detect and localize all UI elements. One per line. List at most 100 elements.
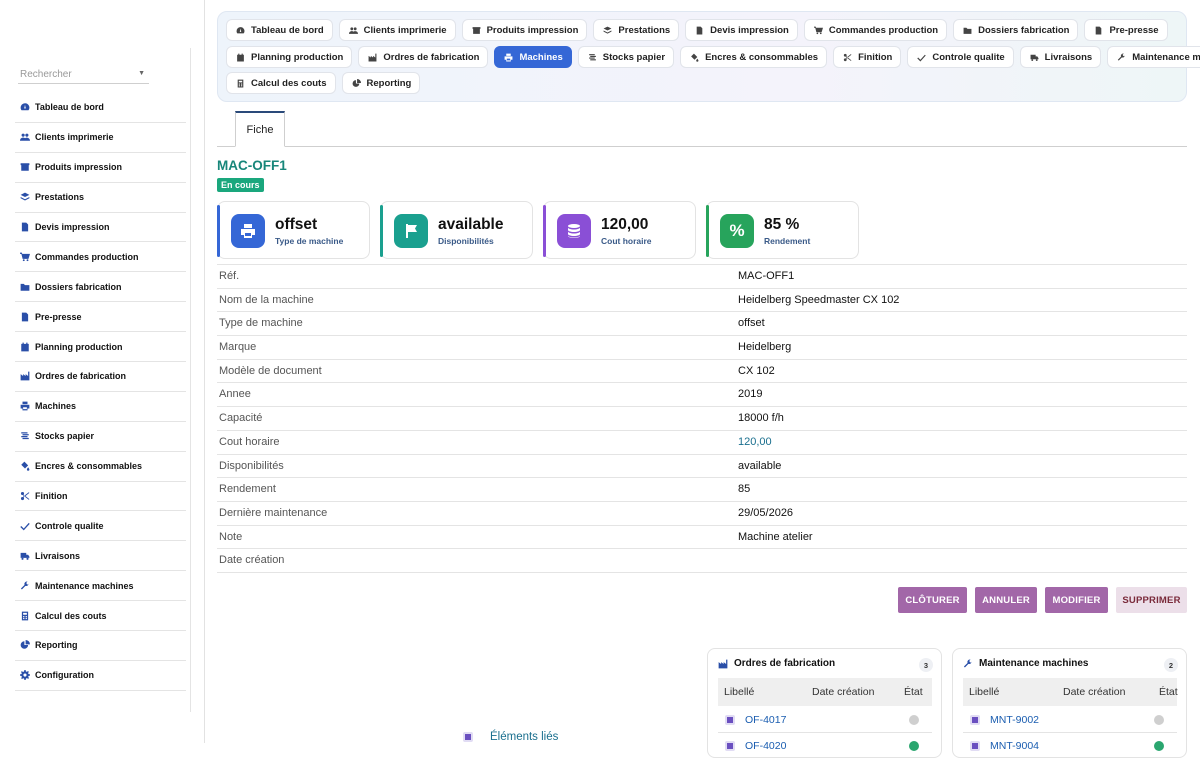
nav-tab-commandes-production[interactable]: Commandes production xyxy=(803,19,948,41)
row-label-link[interactable]: OF-4020 xyxy=(745,740,786,752)
linked-elements-link[interactable]: Éléments liés xyxy=(463,731,558,743)
sidebar-item-devis-impression[interactable]: Devis impression xyxy=(15,213,186,243)
detail-value: offset xyxy=(738,317,765,330)
sidebar-item-planning-production[interactable]: Planning production xyxy=(15,332,186,363)
table-row[interactable]: MNT-9004 xyxy=(963,733,1177,757)
sidebar-item-stocks-papier[interactable]: Stocks papier xyxy=(15,422,186,452)
nav-tab-ordres-de-fabrication[interactable]: Ordres de fabrication xyxy=(358,46,489,68)
sidebar-item-label: Produits impression xyxy=(35,162,123,173)
truck-icon xyxy=(19,550,30,561)
sidebar-item-reporting[interactable]: Reporting xyxy=(15,631,186,661)
nav-tab-pre-presse[interactable]: Pre-presse xyxy=(1084,19,1168,41)
status-dot xyxy=(909,715,919,725)
column-header-date[interactable]: Date création xyxy=(1063,686,1125,698)
nav-tab-finition[interactable]: Finition xyxy=(833,46,902,68)
kpi-accent-bar xyxy=(217,205,220,257)
nav-tab-calcul-des-couts[interactable]: Calcul des couts xyxy=(226,72,336,94)
sidebar-item-tableau-de-bord[interactable]: Tableau de bord xyxy=(15,93,186,123)
search-select[interactable]: Rechercher ▼ xyxy=(18,66,149,84)
nav-tab-prestations[interactable]: Prestations xyxy=(593,19,680,41)
detail-value: 2019 xyxy=(738,388,763,401)
detail-value: available xyxy=(738,459,782,472)
kpi-value: 120,00 xyxy=(601,216,649,233)
sidebar-item-label: Devis impression xyxy=(35,222,110,232)
table-row[interactable]: OF-4017 xyxy=(718,707,932,733)
nav-tab-tableau-de-bord[interactable]: Tableau de bord xyxy=(226,19,333,41)
modify-button[interactable]: MODIFIER xyxy=(1045,587,1108,613)
column-header-label[interactable]: Libellé xyxy=(969,686,999,698)
sidebar-item-encres-consommables[interactable]: Encres & consommables xyxy=(15,452,186,482)
layers-icon xyxy=(19,192,30,203)
kpi-card: offset Type de machine xyxy=(217,201,370,259)
sidebar-item-controle-qualite[interactable]: Controle qualite xyxy=(15,511,186,542)
nav-tab-devis-impression[interactable]: Devis impression xyxy=(685,19,798,41)
percent-icon: % xyxy=(720,214,754,248)
sidebar-item-dossiers-fabrication[interactable]: Dossiers fabrication xyxy=(15,272,186,303)
scissors-icon xyxy=(842,52,853,63)
detail-row: Capacité 18000 f/h xyxy=(217,407,1187,431)
caret-down-icon[interactable]: ▼ xyxy=(138,70,145,77)
sidebar-item-finition[interactable]: Finition xyxy=(15,482,186,512)
kpi-card: 120,00 Cout horaire xyxy=(543,201,696,259)
tab-fiche[interactable]: Fiche xyxy=(235,111,285,147)
column-header-date[interactable]: Date création xyxy=(812,686,874,698)
kpi-accent-bar xyxy=(543,205,546,257)
nav-tab-livraisons[interactable]: Livraisons xyxy=(1019,46,1102,68)
nav-tab-controle-qualite[interactable]: Controle qualite xyxy=(907,46,1014,68)
row-label-link[interactable]: MNT-9002 xyxy=(990,714,1039,726)
sidebar-item-label: Reporting xyxy=(35,640,78,651)
nav-tab-stocks-papier[interactable]: Stocks papier xyxy=(577,46,675,68)
calendar-icon xyxy=(19,341,30,352)
detail-value: 18000 f/h xyxy=(738,412,784,425)
sidebar-item-calcul-des-couts[interactable]: Calcul des couts xyxy=(15,601,186,632)
nav-tab-planning-production[interactable]: Planning production xyxy=(226,46,353,68)
detail-key: Annee xyxy=(219,388,251,401)
nav-tab-dossiers-fabrication[interactable]: Dossiers fabrication xyxy=(953,19,1079,41)
kpi-accent-bar xyxy=(380,205,383,257)
nav-tab-clients-imprimerie[interactable]: Clients imprimerie xyxy=(338,19,456,41)
nav-tab-machines[interactable]: Machines xyxy=(494,46,572,68)
sidebar-item-pre-presse[interactable]: Pre-presse xyxy=(15,302,186,333)
sidebar-item-ordres-de-fabrication[interactable]: Ordres de fabrication xyxy=(15,362,186,392)
sidebar-panel: Rechercher ▼ Tableau de bord Clients impr… xyxy=(15,48,191,712)
nav-tab-maintenance-machines[interactable]: Maintenance machines xyxy=(1107,46,1200,68)
document-icon xyxy=(1093,25,1104,36)
nav-tab-reporting[interactable]: Reporting xyxy=(341,72,421,94)
row-label-link[interactable]: OF-4017 xyxy=(745,714,786,726)
detail-value: MAC-OFF1 xyxy=(738,270,795,282)
nav-tab-label: Encres & consommables xyxy=(705,51,819,63)
sidebar-item-label: Configuration xyxy=(35,670,94,681)
sidebar-item-livraisons[interactable]: Livraisons xyxy=(15,541,186,572)
sidebar-item-clients-imprimerie[interactable]: Clients imprimerie xyxy=(15,123,186,153)
users-icon xyxy=(348,25,359,36)
sidebar-item-commandes-production[interactable]: Commandes production xyxy=(15,242,186,273)
table-row[interactable]: MNT-9002 xyxy=(963,707,1177,733)
kpi-accent-bar xyxy=(706,205,709,257)
detail-row: Note Machine atelier xyxy=(217,526,1187,550)
kpi-card: % 85 % Rendement xyxy=(706,201,859,259)
tab-bar: Fiche xyxy=(217,111,1187,147)
detail-row: Dernière maintenance 29/05/2026 xyxy=(217,502,1187,526)
table-row[interactable]: OF-4020 xyxy=(718,733,932,757)
sidebar-item-produits-impression[interactable]: Produits impression xyxy=(15,153,186,183)
sidebar-item-machines[interactable]: Machines xyxy=(15,392,186,422)
column-header-label[interactable]: Libellé xyxy=(724,686,754,698)
sidebar-item-configuration[interactable]: Configuration xyxy=(15,661,186,691)
column-header-state[interactable]: État xyxy=(904,686,923,698)
row-label-link[interactable]: MNT-9004 xyxy=(990,740,1039,752)
nav-tab-produits-impression[interactable]: Produits impression xyxy=(461,19,588,41)
nav-tab-encres-consommables[interactable]: Encres & consommables xyxy=(680,46,828,68)
sidebar: Rechercher ▼ Tableau de bord Clients impr… xyxy=(0,0,205,743)
close-record-button[interactable]: CLÔTURER xyxy=(898,587,967,613)
nav-tab-label: Prestations xyxy=(618,24,671,36)
maintenance-panel-header: Maintenance machines xyxy=(963,658,1088,669)
cancel-button[interactable]: ANNULER xyxy=(975,587,1037,613)
sidebar-item-prestations[interactable]: Prestations xyxy=(15,183,186,213)
delete-button[interactable]: SUPPRIMER xyxy=(1116,587,1187,613)
printer-icon xyxy=(503,52,514,63)
detail-row: Réf. MAC-OFF1 xyxy=(217,265,1187,289)
folder-icon xyxy=(19,281,30,292)
nav-tab-label: Maintenance machines xyxy=(1132,51,1200,63)
column-header-state[interactable]: État xyxy=(1159,686,1178,698)
sidebar-item-maintenance-machines[interactable]: Maintenance machines xyxy=(15,571,186,602)
